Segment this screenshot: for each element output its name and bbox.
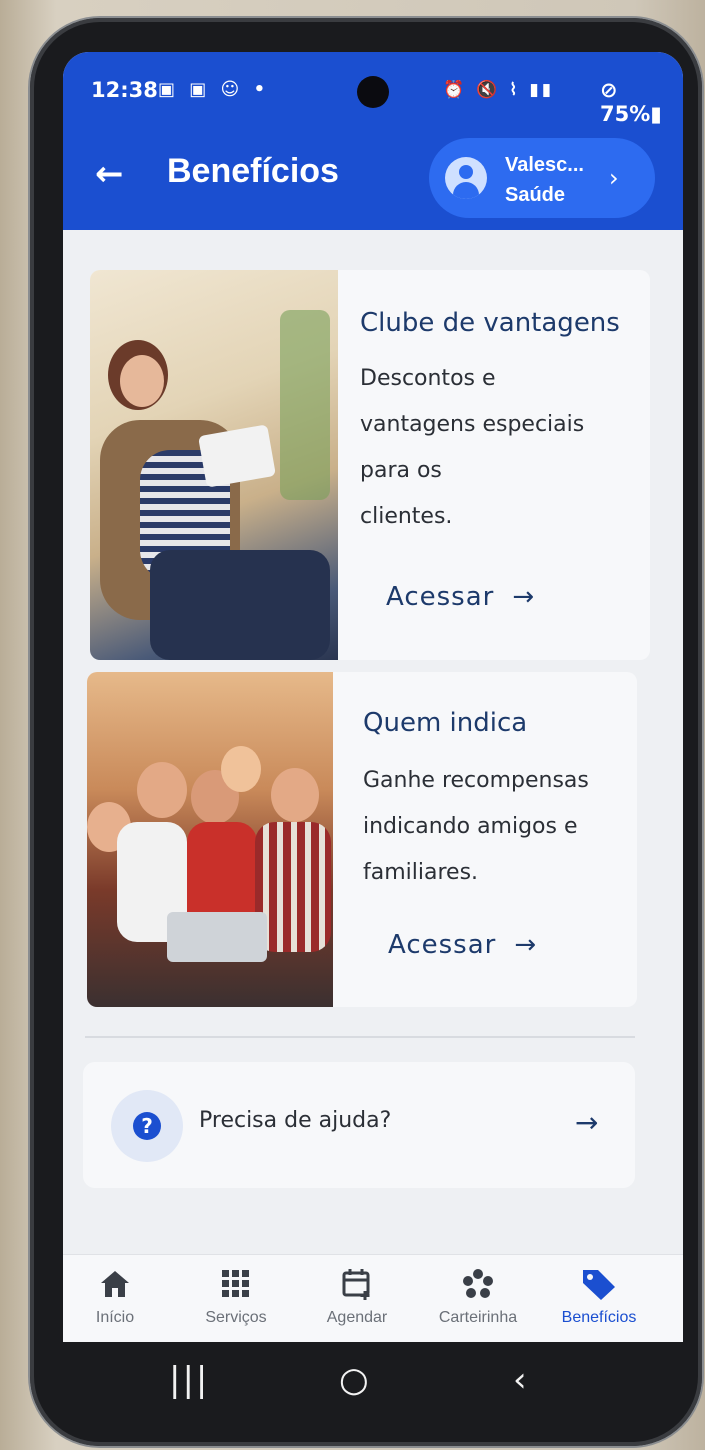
home-icon bbox=[63, 1267, 175, 1301]
card-description: Descontos e vantagens especiais para os … bbox=[360, 356, 584, 540]
back-arrow-icon[interactable]: ← bbox=[95, 154, 124, 194]
app-screen: 12:38 ▣ ▣ ☺ • ⏰ 🔇 ⌇ ▮▮ ⊘ 75%▮ ← Benefíci… bbox=[63, 52, 683, 1342]
help-label: Precisa de ajuda? bbox=[199, 1108, 392, 1133]
acessar-link[interactable]: Acessar → bbox=[388, 930, 537, 960]
profile-plan: Saúde bbox=[505, 184, 566, 206]
notification-icons: ▣ ▣ ☺ • bbox=[158, 79, 270, 100]
card-title: Clube de vantagens bbox=[360, 308, 620, 338]
system-navigation-bar: ||| ○ ‹ bbox=[63, 1342, 683, 1422]
nav-item-inicio[interactable]: Início bbox=[63, 1267, 175, 1327]
card-icon bbox=[418, 1267, 538, 1301]
acessar-link[interactable]: Acessar → bbox=[386, 582, 535, 612]
card-description: Ganhe recompensas indicando amigos e fam… bbox=[363, 758, 589, 896]
nav-item-servicos[interactable]: Serviços bbox=[176, 1267, 296, 1327]
card-description-line: familiares. bbox=[363, 860, 479, 885]
group-of-friends-image bbox=[87, 672, 333, 1007]
calendar-add-icon bbox=[297, 1267, 417, 1301]
card-description-line: para os bbox=[360, 458, 442, 483]
nav-label: Carteirinha bbox=[438, 1309, 518, 1326]
help-button[interactable]: ? Precisa de ajuda? → bbox=[83, 1062, 635, 1188]
system-back-button[interactable]: ‹ bbox=[513, 1360, 527, 1400]
arrow-right-icon: → bbox=[514, 930, 538, 960]
chevron-right-icon: › bbox=[609, 164, 619, 192]
benefit-card-clube-de-vantagens[interactable]: Clube de vantagens Descontos e vantagens… bbox=[90, 270, 650, 660]
nav-label: Serviços bbox=[205, 1309, 267, 1326]
nav-item-agendar[interactable]: Agendar bbox=[297, 1267, 417, 1327]
recents-button[interactable]: ||| bbox=[169, 1360, 209, 1400]
nav-label: Benefícios bbox=[561, 1309, 637, 1326]
help-icon-container: ? bbox=[111, 1090, 183, 1162]
woman-reading-tablet-image bbox=[90, 270, 338, 660]
question-mark-icon: ? bbox=[133, 1112, 161, 1140]
battery-indicator: ⊘ 75%▮ bbox=[600, 78, 662, 126]
app-header: 12:38 ▣ ▣ ☺ • ⏰ 🔇 ⌇ ▮▮ ⊘ 75%▮ ← Benefíci… bbox=[63, 52, 683, 230]
card-title: Quem indica bbox=[363, 708, 528, 738]
page-title: Benefícios bbox=[167, 152, 339, 190]
camera-cutout bbox=[357, 76, 389, 108]
card-description-line: Descontos e bbox=[360, 366, 496, 391]
bottom-navigation: Início Serviços Agendar Carteirinha Bene… bbox=[63, 1254, 683, 1342]
tag-icon bbox=[539, 1267, 659, 1301]
link-label: Acessar bbox=[388, 930, 497, 960]
home-button[interactable]: ○ bbox=[339, 1360, 369, 1400]
nav-label: Início bbox=[95, 1309, 135, 1326]
card-description-line: vantagens especiais bbox=[360, 412, 585, 437]
user-avatar-icon bbox=[445, 157, 487, 199]
grid-icon bbox=[176, 1267, 296, 1301]
system-status-icons: ⏰ 🔇 ⌇ ▮▮ bbox=[443, 80, 555, 100]
arrow-right-icon: → bbox=[512, 582, 536, 612]
profile-selector-button[interactable]: Valesc... Saúde › bbox=[429, 138, 655, 218]
section-divider bbox=[85, 1036, 635, 1038]
nav-item-beneficios[interactable]: Benefícios bbox=[539, 1267, 659, 1327]
card-description-line: Ganhe recompensas bbox=[363, 768, 589, 793]
card-description-line: indicando amigos e bbox=[363, 814, 578, 839]
card-description-line: clientes. bbox=[360, 504, 453, 529]
profile-name: Valesc... bbox=[505, 154, 584, 176]
benefit-card-quem-indica[interactable]: Quem indica Ganhe recompensas indicando … bbox=[87, 672, 637, 1007]
status-bar: 12:38 ▣ ▣ ☺ • ⏰ 🔇 ⌇ ▮▮ ⊘ 75%▮ bbox=[63, 52, 683, 130]
link-label: Acessar bbox=[386, 582, 495, 612]
status-time: 12:38 bbox=[91, 78, 158, 102]
nav-label: Agendar bbox=[326, 1309, 388, 1326]
arrow-right-icon: → bbox=[575, 1106, 599, 1139]
nav-item-carteirinha[interactable]: Carteirinha bbox=[418, 1267, 538, 1327]
